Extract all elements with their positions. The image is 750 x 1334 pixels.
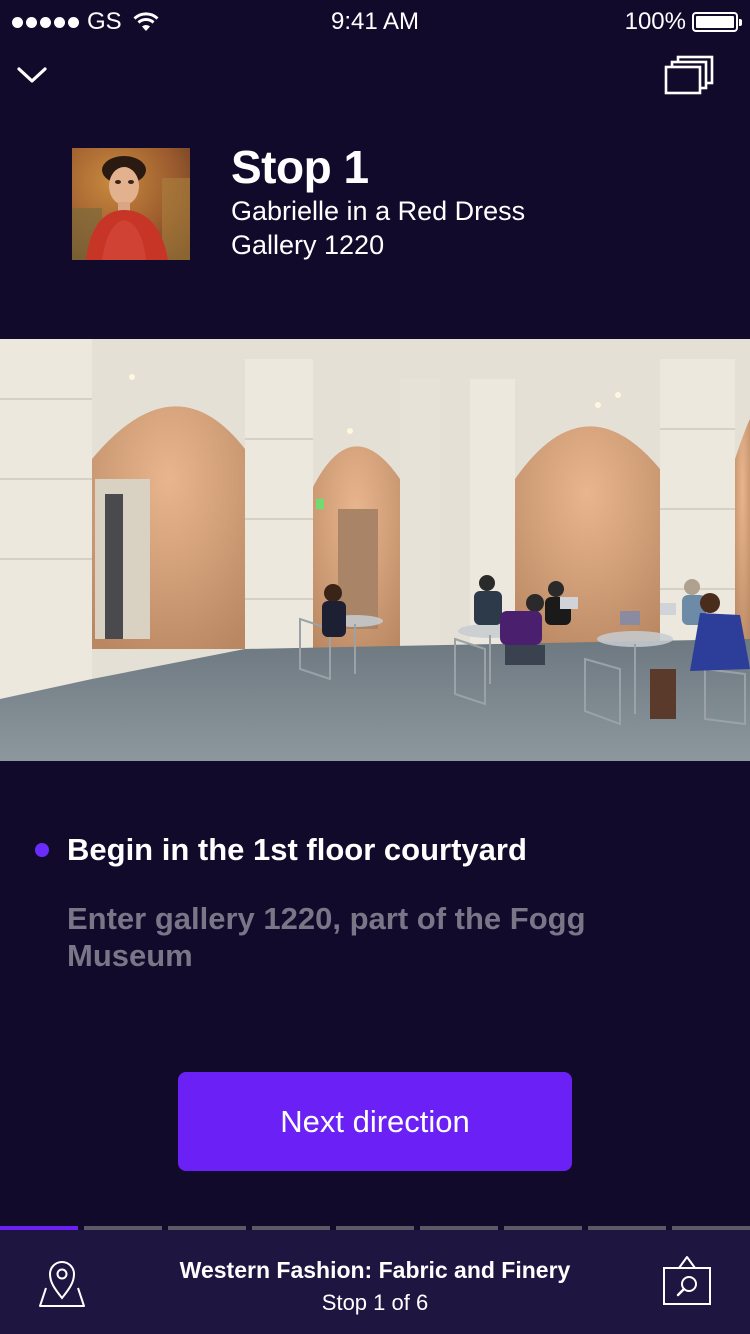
stacked-images-icon[interactable] bbox=[664, 54, 716, 96]
direction-bullet bbox=[35, 843, 49, 857]
direction-description: Enter gallery 1220, part of the Fogg Mus… bbox=[67, 901, 586, 973]
courtyard-photo bbox=[0, 339, 750, 761]
status-bar: GS 9:41 AM 100% bbox=[0, 0, 750, 44]
battery-percentage: 100% bbox=[624, 8, 686, 35]
bottom-bar: Western Fashion: Fabric and Finery Stop … bbox=[0, 1230, 750, 1334]
gallery-label: Gallery 1220 bbox=[231, 230, 385, 260]
stop-title: Stop 1 bbox=[231, 141, 369, 193]
courtyard-image bbox=[0, 339, 750, 761]
artwork-thumbnail[interactable] bbox=[72, 148, 190, 260]
battery-icon bbox=[692, 12, 742, 32]
tour-stop-progress: Stop 1 of 6 bbox=[321, 1290, 429, 1315]
bag-search-icon[interactable] bbox=[662, 1254, 712, 1306]
direction-title: Begin in the 1st floor courtyard bbox=[67, 832, 527, 867]
tour-name[interactable]: Western Fashion: Fabric and Finery bbox=[0, 1256, 750, 1284]
artwork-title: Gabrielle in a Red Dress bbox=[231, 196, 526, 226]
next-direction-button[interactable]: Next direction bbox=[178, 1072, 572, 1171]
status-right: 100% bbox=[624, 8, 742, 36]
painting-image bbox=[72, 148, 190, 260]
chevron-down-icon[interactable] bbox=[14, 58, 50, 94]
